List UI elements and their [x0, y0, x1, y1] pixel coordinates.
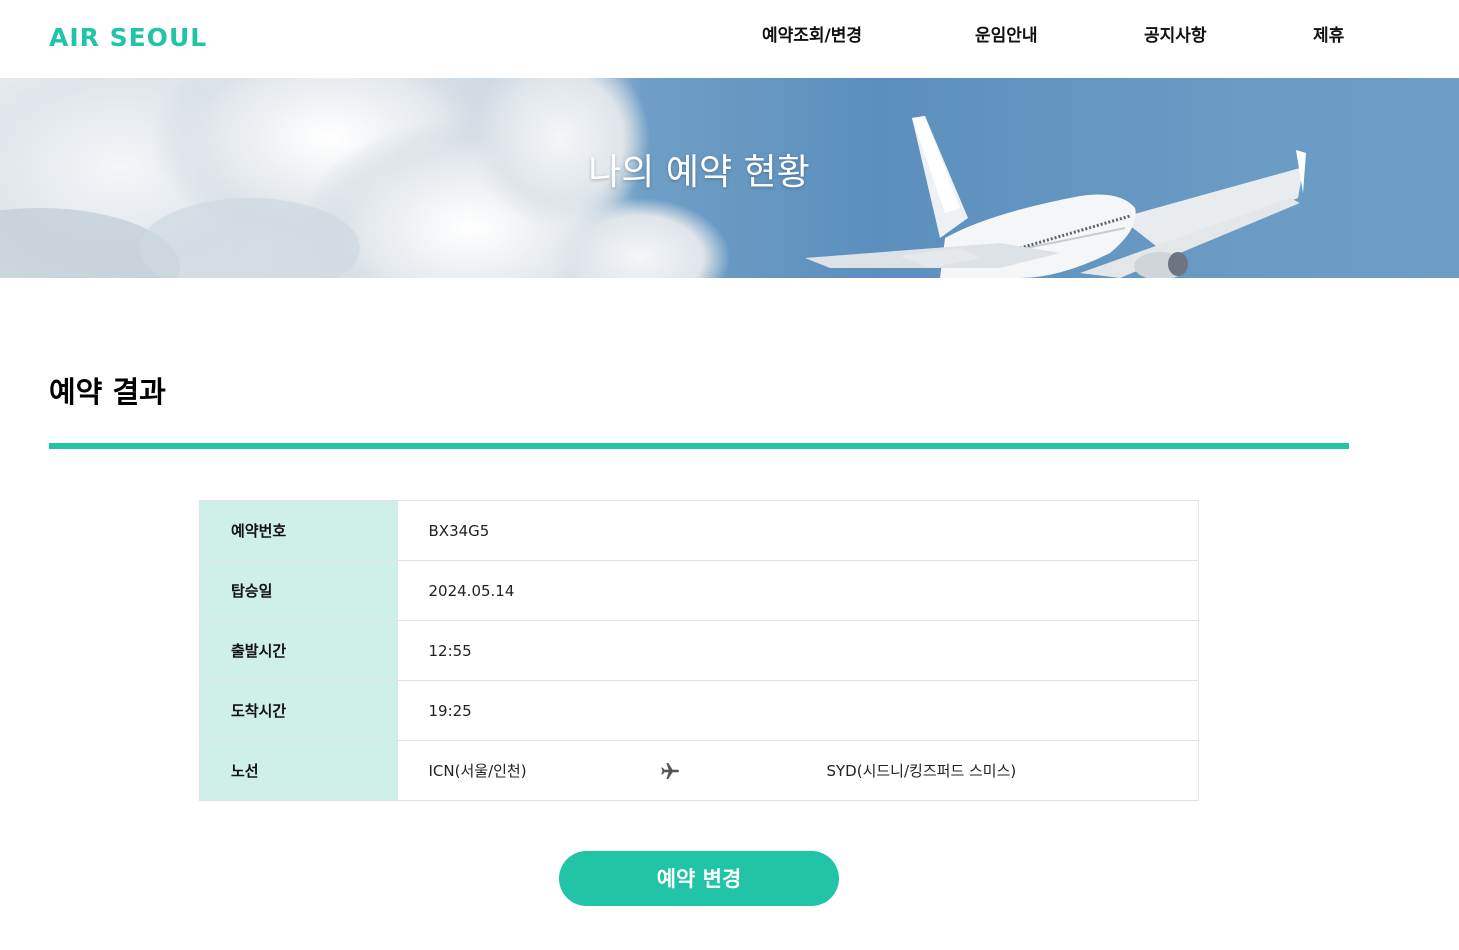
- section-title: 예약 결과: [49, 375, 166, 409]
- change-reservation-button[interactable]: 예약 변경: [559, 851, 839, 906]
- reservation-number-value: BX34G5: [397, 500, 1199, 561]
- table-row: 탑승일 2024.05.14: [199, 560, 1199, 621]
- table-row: 출발시간 12:55: [199, 620, 1199, 681]
- nav-fare-info[interactable]: 운임안내: [975, 24, 1038, 48]
- reservation-number-label: 예약번호: [199, 500, 398, 561]
- table-row: 노선 ICN(서울/인천) SYD(시드니/킹즈퍼드 스미스): [199, 740, 1199, 801]
- route-value: ICN(서울/인천) SYD(시드니/킹즈퍼드 스미스): [397, 740, 1199, 801]
- table-row: 도착시간 19:25: [199, 680, 1199, 741]
- departure-time-label: 출발시간: [199, 620, 398, 681]
- nav-notices[interactable]: 공지사항: [1144, 24, 1207, 48]
- table-row: 예약번호 BX34G5: [199, 500, 1199, 561]
- route-label: 노선: [199, 740, 398, 801]
- nav-partnership[interactable]: 제휴: [1313, 24, 1344, 48]
- hero-banner: 나의 예약 현황: [0, 78, 1459, 278]
- boarding-date-label: 탑승일: [199, 560, 398, 621]
- reservation-result-table: 예약번호 BX34G5 탑승일 2024.05.14 출발시간 12:55 도착…: [199, 500, 1199, 801]
- airplane-icon: [660, 763, 679, 779]
- nav-reservation-lookup[interactable]: 예약조회/변경: [762, 24, 862, 48]
- site-header: AIR SEOUL 예약조회/변경 운임안내 공지사항 제휴: [0, 0, 1459, 78]
- arrival-time-label: 도착시간: [199, 680, 398, 741]
- route-container: ICN(서울/인천) SYD(시드니/킹즈퍼드 스미스): [429, 741, 1199, 800]
- departure-time-value: 12:55: [397, 620, 1199, 681]
- air-seoul-logo[interactable]: AIR SEOUL: [49, 22, 207, 54]
- arrival-time-value: 19:25: [397, 680, 1199, 741]
- hero-title: 나의 예약 현황: [588, 152, 810, 193]
- route-origin: ICN(서울/인천): [428, 762, 527, 780]
- boarding-date-value: 2024.05.14: [397, 560, 1199, 621]
- route-destination: SYD(시드니/킹즈퍼드 스미스): [826, 762, 1017, 780]
- section-divider: [49, 443, 1349, 449]
